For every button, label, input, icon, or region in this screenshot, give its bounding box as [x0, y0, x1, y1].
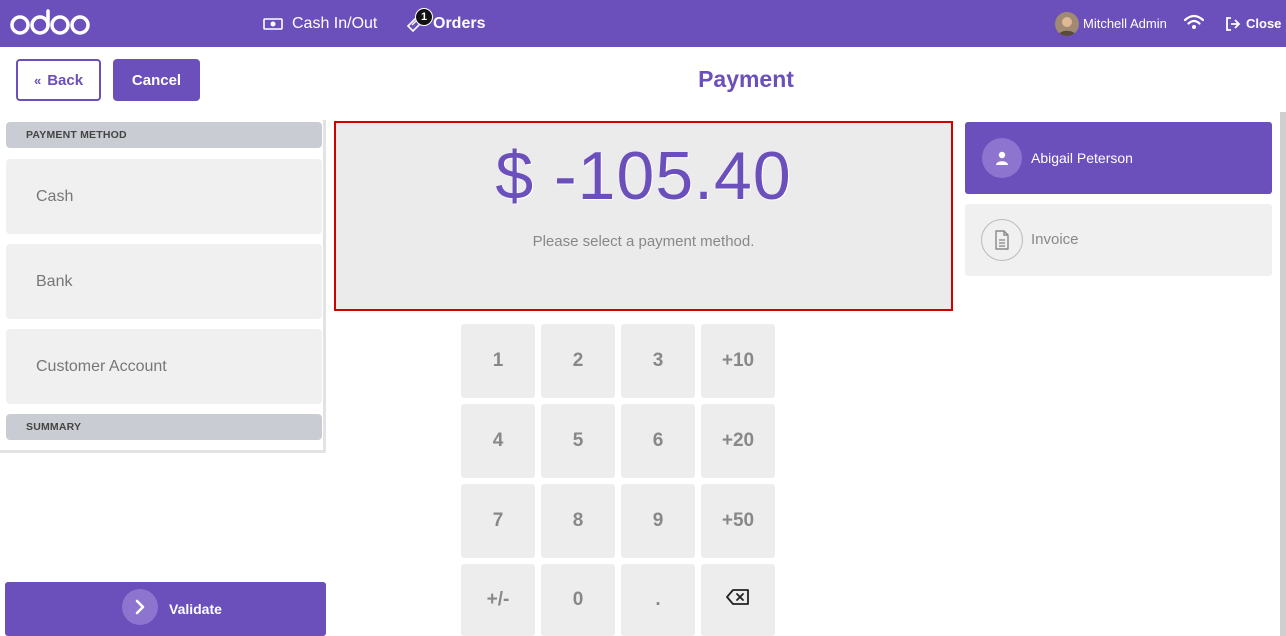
numpad-key-9[interactable]: 9 — [621, 484, 695, 558]
user-menu[interactable]: Mitchell Admin — [1055, 0, 1167, 47]
money-icon — [263, 17, 283, 31]
numpad-key-0[interactable]: 0 — [541, 564, 615, 636]
chevron-right-icon — [122, 589, 158, 625]
numpad-key-8[interactable]: 8 — [541, 484, 615, 558]
odoo-logo — [10, 9, 90, 37]
numpad-key-6[interactable]: 6 — [621, 404, 695, 478]
cash-in-out-label: Cash In/Out — [292, 14, 378, 32]
sign-out-icon — [1225, 16, 1241, 31]
user-icon — [982, 138, 1022, 178]
page-title: Payment — [698, 66, 794, 92]
numpad-key-5[interactable]: 5 — [541, 404, 615, 478]
wifi-icon — [1183, 14, 1205, 35]
amount-due: $ -105.40 — [495, 138, 792, 214]
double-chevron-left-icon: « — [33, 72, 42, 88]
scrollbar-thumb[interactable] — [1280, 112, 1286, 636]
top-bar: Cash In/Out Orders 1 Mitchell Admin Clos… — [0, 0, 1286, 47]
cancel-button[interactable]: Cancel — [113, 59, 200, 101]
customer-name: Abigail Peterson — [1031, 150, 1133, 166]
summary-heading: SUMMARY — [6, 414, 322, 440]
invoice-label: Invoice — [1031, 231, 1079, 248]
close-label: Close — [1246, 16, 1282, 31]
back-button[interactable]: « Back — [16, 59, 101, 101]
payment-method-bank[interactable]: Bank — [6, 244, 322, 319]
validate-label: Validate — [169, 601, 222, 617]
back-label: Back — [47, 71, 84, 89]
user-name: Mitchell Admin — [1083, 16, 1167, 31]
customer-button[interactable]: Abigail Peterson — [965, 122, 1272, 194]
orders-count-badge: 1 — [415, 8, 433, 26]
numpad-key-3[interactable]: 3 — [621, 324, 695, 398]
document-icon — [981, 219, 1023, 261]
numpad-key-1[interactable]: 1 — [461, 324, 535, 398]
numpad-key-2[interactable]: 2 — [541, 324, 615, 398]
numpad-key-plus-minus[interactable]: +/- — [461, 564, 535, 636]
numpad-key-plus-10[interactable]: +10 — [701, 324, 775, 398]
numpad-key-4[interactable]: 4 — [461, 404, 535, 478]
payment-status-message: Please select a payment method. — [532, 233, 755, 250]
scrollbar[interactable] — [1280, 112, 1286, 636]
payment-method-cash[interactable]: Cash — [6, 159, 322, 234]
cash-in-out-button[interactable]: Cash In/Out — [263, 0, 377, 47]
avatar — [1055, 11, 1079, 36]
backspace-icon — [726, 589, 750, 611]
payment-method-customer-account[interactable]: Customer Account — [6, 329, 322, 404]
numpad-key-plus-50[interactable]: +50 — [701, 484, 775, 558]
numpad-key-decimal[interactable]: . — [621, 564, 695, 636]
payment-methods-panel: PAYMENT METHOD Cash Bank Customer Accoun… — [0, 120, 326, 453]
payment-method-heading: PAYMENT METHOD — [6, 122, 322, 148]
numpad-key-7[interactable]: 7 — [461, 484, 535, 558]
numpad-key-backspace[interactable] — [701, 564, 775, 636]
payment-amount-box: $ -105.40 Please select a payment method… — [334, 121, 953, 311]
numpad-key-plus-20[interactable]: +20 — [701, 404, 775, 478]
close-button[interactable]: Close — [1225, 0, 1281, 47]
validate-button[interactable]: Validate — [5, 582, 326, 636]
invoice-button[interactable]: Invoice — [965, 204, 1272, 276]
orders-label: Orders — [433, 14, 486, 32]
